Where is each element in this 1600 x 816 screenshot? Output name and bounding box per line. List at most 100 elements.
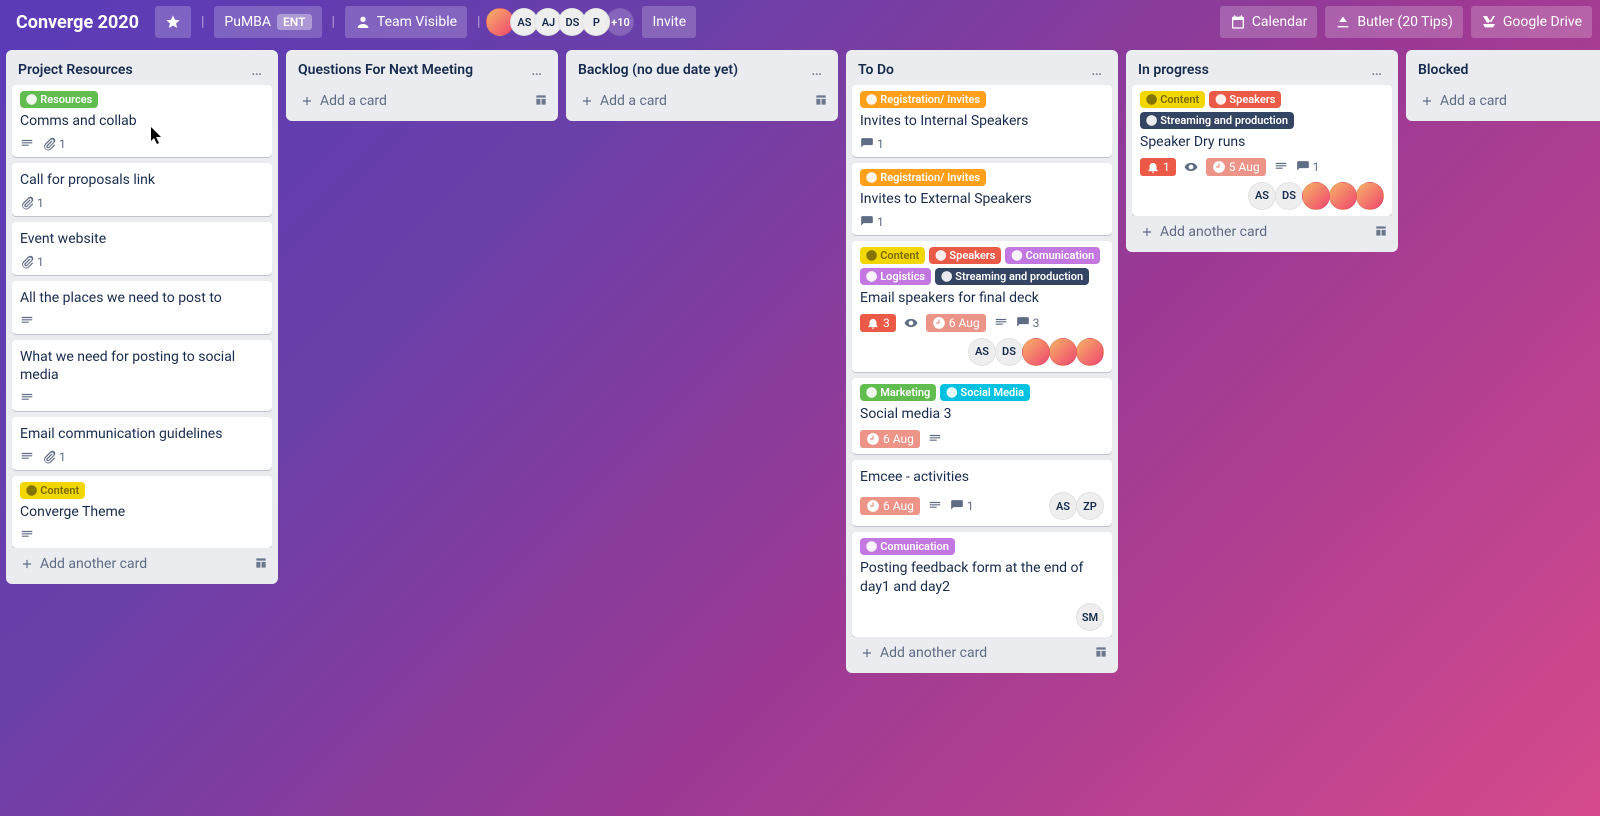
add-card-button[interactable]: Add a card	[572, 87, 810, 115]
attachment-badge: 1	[42, 450, 66, 464]
avatar[interactable]: DS	[1275, 182, 1303, 210]
card[interactable]: Emcee - activities6 Aug1ASZP	[852, 460, 1112, 527]
avatar[interactable]: SM	[1076, 603, 1104, 631]
comments-badge: 1	[950, 499, 974, 513]
add-card-button[interactable]: Add another card	[1132, 218, 1370, 246]
list-title[interactable]: To Do	[858, 62, 1087, 78]
avatar[interactable]	[1302, 182, 1330, 210]
card[interactable]: ⬤Marketing⬤Social MediaSocial media 36 A…	[852, 378, 1112, 454]
card-label[interactable]: ⬤Registration/ Invites	[860, 169, 986, 186]
list-menu-button[interactable]: …	[1087, 60, 1106, 79]
comments-badge: 1	[1296, 160, 1320, 174]
list-menu-button[interactable]: …	[1367, 60, 1386, 79]
card-title: All the places we need to post to	[20, 289, 264, 308]
notify-badge: 3	[860, 314, 896, 332]
card-label[interactable]: ⬤Streaming and production	[935, 268, 1089, 285]
card-title: What we need for posting to social media	[20, 348, 264, 386]
avatar[interactable]	[1022, 338, 1050, 366]
card-label[interactable]: ⬤Speakers	[929, 247, 1001, 264]
card-template-icon[interactable]	[1090, 641, 1112, 663]
card[interactable]: ⬤Content⬤Speakers⬤Comunication ⬤Logistics…	[852, 241, 1112, 372]
card-label[interactable]: ⬤Social Media	[940, 384, 1030, 401]
avatar[interactable]	[1356, 182, 1384, 210]
card-label[interactable]: ⬤Comunication	[860, 538, 955, 555]
due-badge: 5 Aug	[1206, 158, 1266, 176]
invite-button[interactable]: Invite	[642, 6, 696, 38]
avatar[interactable]: AS	[1248, 182, 1276, 210]
avatar[interactable]: ZP	[1076, 492, 1104, 520]
card-template-icon[interactable]	[530, 89, 552, 111]
list: Backlog (no due date yet)… Add a card	[566, 50, 838, 121]
add-card-button[interactable]: Add another card	[12, 550, 250, 578]
butler-button[interactable]: Butler (20 Tips)	[1325, 6, 1463, 38]
avatar[interactable]: DS	[995, 338, 1023, 366]
card-template-icon[interactable]	[250, 552, 272, 574]
card[interactable]: Event website 1	[12, 222, 272, 275]
list-title[interactable]: Blocked	[1418, 62, 1600, 78]
star-button[interactable]	[155, 6, 191, 38]
team-button[interactable]: PuMBA ENT	[214, 6, 321, 38]
add-card-button[interactable]: Add a card	[1412, 87, 1600, 115]
card[interactable]: ⬤Resources Comms and collab 1	[12, 85, 272, 157]
calendar-button[interactable]: Calendar	[1220, 6, 1318, 38]
due-badge: 6 Aug	[926, 314, 986, 332]
avatar[interactable]	[1049, 338, 1077, 366]
list-title[interactable]: Questions For Next Meeting	[298, 62, 527, 78]
card-label[interactable]: ⬤Content	[860, 247, 925, 264]
card-label[interactable]: ⬤Resources	[20, 91, 98, 108]
description-icon	[1274, 160, 1288, 174]
card[interactable]: Email communication guidelines1	[12, 417, 272, 470]
card-label[interactable]: ⬤Content	[20, 482, 85, 499]
board-title[interactable]: Converge 2020	[8, 12, 147, 33]
card-template-icon[interactable]	[810, 89, 832, 111]
team-badge: ENT	[277, 14, 311, 30]
list-menu-button[interactable]: …	[527, 60, 546, 79]
avatar[interactable]: AS	[968, 338, 996, 366]
card[interactable]: ⬤Content⬤Speakers ⬤Streaming and producti…	[1132, 85, 1392, 216]
card-title: Comms and collab	[20, 112, 264, 131]
list-title[interactable]: In progress	[1138, 62, 1367, 78]
card-title: Converge Theme	[20, 503, 264, 522]
description-icon	[928, 499, 942, 513]
card-label[interactable]: ⬤Registration/ Invites	[860, 91, 986, 108]
description-icon	[20, 137, 34, 151]
list-title[interactable]: Project Resources	[18, 62, 247, 78]
add-card-button[interactable]: Add a card	[292, 87, 530, 115]
card-label[interactable]: ⬤Content	[1140, 91, 1205, 108]
card-title: Event website	[20, 230, 264, 249]
card[interactable]: What we need for posting to social media	[12, 340, 272, 412]
card[interactable]: ⬤Registration/ InvitesInvites to Interna…	[852, 85, 1112, 157]
avatar[interactable]	[1076, 338, 1104, 366]
attachment-badge: 1	[20, 196, 44, 210]
google-drive-button[interactable]: Google Drive	[1471, 6, 1592, 38]
card-title: Emcee - activities	[860, 468, 1104, 487]
description-icon	[20, 450, 34, 464]
card[interactable]: ⬤Registration/ InvitesInvites to Externa…	[852, 163, 1112, 235]
add-card-button[interactable]: Add another card	[852, 639, 1090, 667]
card-title: Email speakers for final deck	[860, 289, 1104, 308]
list-title[interactable]: Backlog (no due date yet)	[578, 62, 807, 78]
card-label[interactable]: ⬤Comunication	[1005, 247, 1100, 264]
avatar-more[interactable]: +10	[606, 8, 634, 36]
list-menu-button[interactable]: …	[247, 60, 266, 79]
card[interactable]: All the places we need to post to	[12, 281, 272, 334]
card[interactable]: Call for proposals link1	[12, 163, 272, 216]
card[interactable]: ⬤Content Converge Theme	[12, 476, 272, 548]
card[interactable]: ⬤ComunicationPosting feedback form at th…	[852, 532, 1112, 637]
card-template-icon[interactable]	[1370, 220, 1392, 242]
calendar-icon	[1230, 14, 1246, 30]
card-label[interactable]: ⬤Logistics	[860, 268, 931, 285]
card-label[interactable]: ⬤Marketing	[860, 384, 936, 401]
avatar[interactable]: AS	[1049, 492, 1077, 520]
card-label[interactable]: ⬤Speakers	[1209, 91, 1281, 108]
people-icon	[355, 14, 371, 30]
board-members[interactable]: AS AJ DS P +10	[490, 8, 634, 36]
list: Questions For Next Meeting… Add a card	[286, 50, 558, 121]
attachment-badge: 1	[42, 137, 66, 151]
avatar[interactable]	[1329, 182, 1357, 210]
card-label[interactable]: ⬤Streaming and production	[1140, 112, 1294, 129]
description-icon	[20, 391, 34, 405]
visibility-button[interactable]: Team Visible	[345, 6, 467, 38]
list-menu-button[interactable]: …	[807, 60, 826, 79]
attachment-badge: 1	[20, 255, 44, 269]
